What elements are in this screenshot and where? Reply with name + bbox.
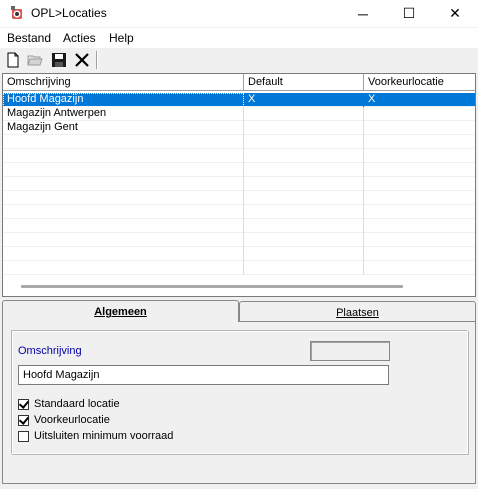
menu-bestand[interactable]: Bestand — [7, 31, 51, 45]
code-field — [310, 341, 390, 361]
empty-row — [3, 219, 475, 233]
details-group: Omschrijving Standaard locatie Voorkeurl… — [11, 330, 468, 454]
voorkeurlocatie-checkbox[interactable] — [18, 414, 29, 426]
column-default[interactable]: Default — [244, 74, 364, 91]
column-voorkeurlocatie[interactable]: Voorkeurlocatie — [364, 74, 475, 91]
app-icon — [11, 6, 22, 19]
cell-voorkeur — [364, 107, 475, 121]
close-button[interactable]: ✕ — [432, 0, 478, 27]
omschrijving-input[interactable] — [18, 365, 389, 385]
tab-algemeen-label: Algemeen — [94, 306, 147, 318]
grid-header: Omschrijving Default Voorkeurlocatie — [3, 74, 475, 91]
column-omschrijving[interactable]: Omschrijving — [3, 74, 244, 91]
close-icon: ✕ — [449, 5, 461, 21]
locations-grid[interactable]: Omschrijving Default Voorkeurlocatie Hoo… — [2, 73, 476, 297]
window-title: OPL>Locaties — [31, 6, 107, 20]
omschrijving-label: Omschrijving — [18, 345, 82, 357]
grid-body: Hoofd Magazijn X X Magazijn Antwerpen Ma… — [3, 91, 475, 281]
empty-row — [3, 247, 475, 261]
cell-omschrijving: Magazijn Antwerpen — [3, 107, 244, 121]
empty-row — [3, 233, 475, 247]
checkbox-uitsluiten-minimum-voorraad[interactable]: Uitsluiten minimum voorraad — [18, 429, 173, 443]
tab-panel-algemeen: Omschrijving Standaard locatie Voorkeurl… — [2, 322, 476, 484]
tab-area: Plaatsen Algemeen Omschrijving Standaard… — [0, 297, 478, 489]
maximize-button[interactable]: ☐ — [386, 0, 432, 27]
empty-row — [3, 163, 475, 177]
cell-default: X — [244, 93, 364, 107]
standaard-locatie-label: Standaard locatie — [34, 398, 120, 410]
empty-row — [3, 205, 475, 219]
menu-bar: Bestand Acties Help — [0, 28, 478, 48]
title-bar: OPL>Locaties ─ ☐ ✕ — [0, 0, 478, 27]
uitsluiten-minimum-voorraad-label: Uitsluiten minimum voorraad — [34, 430, 174, 442]
checkbox-standaard-locatie[interactable]: Standaard locatie — [18, 397, 120, 411]
table-row[interactable]: Hoofd Magazijn X X — [3, 93, 475, 107]
cell-default — [244, 107, 364, 121]
cell-omschrijving: Hoofd Magazijn — [3, 93, 244, 107]
empty-row — [3, 191, 475, 205]
cell-voorkeur — [364, 121, 475, 135]
toolbar — [0, 48, 478, 72]
table-row[interactable]: Magazijn Gent — [3, 121, 475, 135]
menu-help[interactable]: Help — [109, 31, 134, 45]
cell-voorkeur: X — [364, 93, 475, 107]
cell-omschrijving: Magazijn Gent — [3, 121, 244, 135]
delete-icon[interactable] — [73, 51, 91, 69]
table-row[interactable]: Magazijn Antwerpen — [3, 107, 475, 121]
tab-algemeen[interactable]: Algemeen — [2, 300, 239, 322]
empty-row — [3, 149, 475, 163]
toolbar-separator — [96, 51, 98, 69]
minimize-button[interactable]: ─ — [340, 0, 386, 27]
empty-row — [3, 135, 475, 149]
open-folder-icon[interactable] — [26, 51, 44, 69]
minimize-icon: ─ — [358, 5, 368, 22]
cell-default — [244, 121, 364, 135]
checkbox-voorkeurlocatie[interactable]: Voorkeurlocatie — [18, 413, 110, 427]
tab-plaatsen-label: Plaatsen — [336, 307, 379, 319]
empty-row — [3, 177, 475, 191]
standaard-locatie-checkbox[interactable] — [18, 398, 29, 410]
empty-row — [3, 261, 475, 275]
uitsluiten-minimum-voorraad-checkbox[interactable] — [18, 430, 29, 442]
voorkeurlocatie-label: Voorkeurlocatie — [34, 414, 110, 426]
menu-acties[interactable]: Acties — [63, 31, 96, 45]
save-icon[interactable] — [50, 51, 68, 69]
tab-plaatsen[interactable]: Plaatsen — [239, 301, 476, 322]
maximize-icon: ☐ — [402, 5, 416, 21]
new-document-icon[interactable] — [4, 51, 22, 69]
horizontal-scrollbar[interactable] — [21, 285, 403, 288]
